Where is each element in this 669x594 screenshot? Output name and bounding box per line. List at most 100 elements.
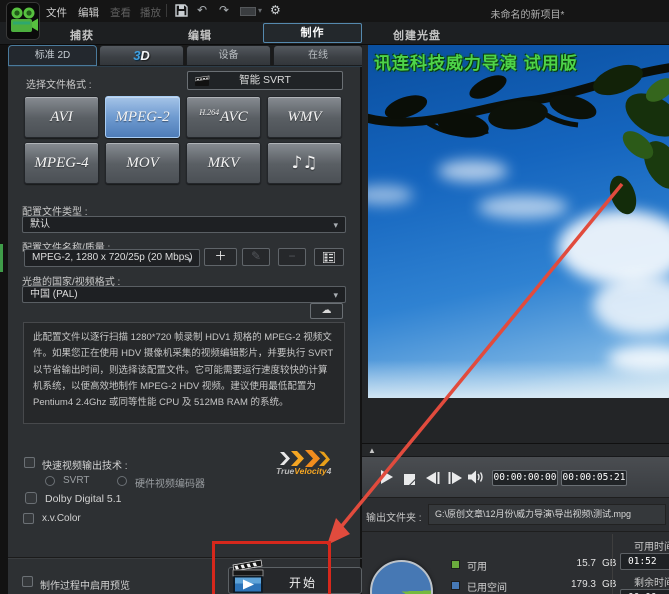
enable-preview-label: 制作过程中启用预览 [40, 581, 130, 592]
upload-cloud-button[interactable]: ☁ [310, 303, 343, 319]
subtab-3d[interactable]: 3D [99, 45, 184, 66]
format-button-h264avc[interactable]: H.264 AVC [186, 96, 261, 138]
xvcolor-checkbox[interactable] [23, 513, 34, 524]
produce-settings-panel: 选择文件格式 : 智能 SVRT AVI MPEG-2 H.264 AVC WMV… [8, 67, 362, 594]
preview-output-panel: 讯连科技威力导演 试用版 ▲ 00:00:00:00 00:00:05:21 输… [362, 45, 669, 594]
playback-controls: 00:00:00:00 00:00:05:21 [362, 456, 669, 497]
subtab-standard-2d[interactable]: 标准 2D [8, 45, 97, 66]
legend-label-available: 可用 [467, 562, 487, 573]
dolby-checkbox[interactable] [25, 492, 37, 504]
legend-swatch-used [451, 581, 460, 590]
format-button-wmv[interactable]: WMV [267, 96, 342, 138]
top-menu-bar: 文件 编辑 查看 播放 ↶ ↷ ▾ ⚙ 未命名的新项目* [0, 0, 669, 22]
music-notes-icon: ♪♫ [291, 153, 318, 173]
format-button-mpeg2[interactable]: MPEG-2 [105, 96, 180, 138]
format-section-label: 选择文件格式 : [26, 80, 92, 91]
available-time-label: 可用时间 [634, 542, 669, 553]
disk-panel-divider [612, 534, 613, 594]
fast-render-checkbox[interactable] [24, 457, 35, 468]
app-window: 文件 编辑 查看 播放 ↶ ↷ ▾ ⚙ 未命名的新项目* 捕获 编辑 制作 创建… [0, 0, 669, 594]
edit-profile-button: ✎ [242, 248, 270, 266]
menu-file[interactable]: 文件 [46, 5, 67, 20]
profile-description-box: 此配置文件以逐行扫描 1280*720 帧录制 HDV1 规格的 MPEG-2 … [23, 322, 345, 424]
video-preview[interactable]: 讯连科技威力导演 试用版 [368, 45, 669, 398]
branch-silhouette [368, 63, 669, 215]
cloud-large-2 [593, 275, 669, 335]
horizon-haze [368, 360, 669, 398]
seek-bar[interactable]: ▲ [362, 443, 669, 456]
format-button-mpeg4[interactable]: MPEG-4 [24, 142, 99, 184]
dropdown-caret-icon: ▾ [187, 255, 192, 265]
seek-marker-icon[interactable]: ▲ [368, 446, 376, 455]
disc-country-dropdown[interactable]: 中国 (PAL) ▾ [22, 286, 346, 303]
module-tab-bar: 捕获 编辑 制作 创建光盘 [0, 22, 669, 45]
volume-button[interactable] [468, 470, 485, 489]
tab-capture[interactable]: 捕获 [70, 27, 94, 43]
menu-play: 播放 [140, 7, 161, 19]
menu-view: 查看 [110, 7, 131, 19]
format-button-audio[interactable]: ♪♫ [267, 142, 342, 184]
tab-edit[interactable]: 编辑 [188, 27, 212, 43]
smart-svrt-button[interactable]: 智能 SVRT [187, 71, 343, 90]
add-profile-button[interactable]: ＋ [204, 248, 237, 266]
annotation-rectangle [212, 541, 331, 594]
window-title: 未命名的新项目* [490, 10, 565, 21]
tab-produce[interactable]: 制作 [263, 23, 362, 43]
legend-swatch-available [451, 560, 460, 569]
legend-value-used: 179.3 [570, 579, 596, 590]
disk-usage-section: 可用 15.7 GB 已用空间 179.3 GB 剩余 13.9 MB 已制作 … [362, 531, 669, 594]
output-folder-label: 输出文件夹 : [366, 513, 422, 524]
legend-unit-used: GB [602, 579, 617, 590]
delete-profile-button: − [278, 248, 306, 266]
aspect-ratio-selector-icon [240, 7, 256, 16]
dropdown-caret-icon: ▾ [333, 220, 338, 230]
profile-type-dropdown[interactable]: 默认 ▾ [22, 216, 346, 233]
aspect-ratio-caret-icon: ▾ [258, 6, 263, 15]
dolby-label: Dolby Digital 5.1 [45, 493, 122, 505]
subtab-online[interactable]: 在线 [273, 45, 363, 66]
stop-button[interactable] [404, 472, 415, 490]
legend-unit-available: GB [602, 558, 617, 569]
subtab-device[interactable]: 设备 [186, 45, 271, 66]
available-time-value: 01:52 [620, 553, 669, 570]
3d-logo-d: D [140, 48, 150, 63]
play-button[interactable] [380, 470, 393, 489]
fast-render-label: 快速视频输出技术 : [42, 461, 128, 472]
cloud-icon: ☁ [321, 305, 332, 316]
timecode-total: 00:00:05:21 [561, 470, 627, 486]
hw-encoder-radio [117, 476, 127, 486]
timecode-current[interactable]: 00:00:00:00 [492, 470, 558, 486]
output-folder-row: 输出文件夹 : G:\原创文章\12月份\威力导演\导出视频\测试.mpg [362, 497, 669, 531]
redo-icon[interactable]: ↷ [219, 3, 229, 17]
next-frame-button[interactable] [448, 471, 462, 489]
dropdown-caret-icon: ▾ [333, 290, 338, 300]
toolbar-separator [166, 4, 167, 17]
menu-edit[interactable]: 编辑 [78, 5, 99, 20]
undo-icon[interactable]: ↶ [197, 3, 207, 17]
svrt-clapper-icon [195, 75, 210, 86]
xvcolor-label: x.v.Color [42, 513, 81, 524]
previous-frame-button[interactable] [426, 471, 440, 489]
legend-value-available: 15.7 [576, 558, 596, 569]
rail-scroll-indicator[interactable] [0, 244, 3, 272]
tab-create-disc[interactable]: 创建光盘 [393, 27, 441, 43]
enable-preview-checkbox[interactable] [22, 576, 33, 587]
remaining-time-value: 00:00 [620, 589, 669, 594]
save-icon[interactable] [175, 4, 188, 22]
trial-watermark: 讯连科技威力导演 试用版 [374, 54, 578, 73]
format-button-mkv[interactable]: MKV [186, 142, 261, 184]
legend-label-used: 已用空间 [467, 583, 507, 594]
left-edge-rail [0, 45, 8, 594]
svrt-radio-label: SVRT [63, 475, 90, 486]
format-button-avi[interactable]: AVI [24, 96, 99, 138]
app-logo-icon [6, 2, 40, 40]
settings-gear-icon[interactable]: ⚙ [270, 3, 281, 17]
output-path-field[interactable]: G:\原创文章\12月份\威力导演\导出视频\测试.mpg [428, 504, 666, 525]
profile-name-dropdown[interactable]: MPEG-2, 1280 x 720/25p (20 Mbps) ▾ [24, 249, 200, 267]
disk-usage-pie-chart [370, 560, 433, 594]
svrt-radio [45, 476, 55, 486]
remaining-time-label: 剩余时间 [634, 578, 669, 589]
profile-details-button[interactable] [314, 248, 344, 266]
format-button-mov[interactable]: MOV [105, 142, 180, 184]
truevelocity-wordmark: TrueVelocity4 [276, 466, 332, 476]
